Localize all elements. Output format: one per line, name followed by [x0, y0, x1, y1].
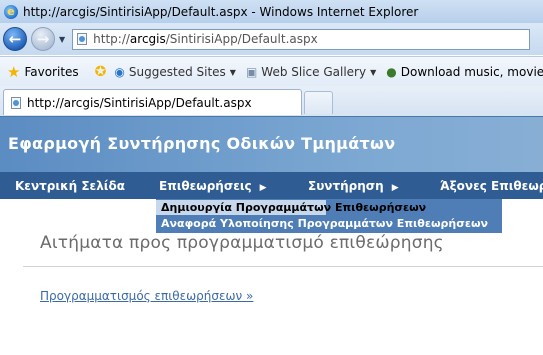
schedule-inspections-link[interactable]: Προγραμματισμός επιθεωρήσεων »: [40, 289, 253, 303]
page-icon: [11, 96, 21, 109]
globe-icon: ●: [386, 65, 397, 79]
favorite-download-music[interactable]: ● Download music, movies,...: [386, 65, 543, 79]
recent-pages-dropdown[interactable]: ▼: [59, 35, 65, 44]
web-slice-icon: ▣: [245, 65, 258, 79]
favorite-web-slice-gallery[interactable]: ▣ Web Slice Gallery ▼: [246, 65, 376, 79]
submenu-item-create-programs[interactable]: Δημιουργία Προγραμμάτων Επιθεωρήσεων: [156, 200, 426, 215]
navigation-bar: ← → ▼ http://arcgis/SintirisiApp/Default…: [0, 23, 543, 55]
favorites-button[interactable]: Favorites: [24, 65, 78, 79]
menu-item-inspection-axes[interactable]: Άξονες Επιθεωρ: [440, 179, 543, 193]
page-icon: [77, 33, 88, 45]
back-arrow-icon: ←: [8, 30, 22, 48]
tab-label: http://arcgis/SintirisiApp/Default.aspx: [27, 95, 252, 110]
forward-arrow-icon: →: [36, 30, 50, 48]
favorites-star-icon[interactable]: ★: [7, 63, 20, 81]
window-title-bar: e http://arcgis/SintirisiApp/Default.asp…: [0, 0, 543, 23]
submenu-arrow-icon: ▶: [259, 183, 267, 193]
internet-explorer-icon: e: [4, 4, 18, 19]
favorite-suggested-sites[interactable]: ◉ Suggested Sites ▼: [114, 65, 236, 79]
menu-item-home[interactable]: Κεντρική Σελίδα: [15, 179, 125, 193]
favorites-bar: ★ Favorites ✪ ◉ Suggested Sites ▼ ▣ Web …: [0, 56, 543, 87]
inspections-submenu: Δημιουργία Προγραμμάτων Επιθεωρήσεων Ανα…: [156, 199, 502, 233]
address-field[interactable]: http://arcgis/SintirisiApp/Default.aspx: [72, 28, 531, 50]
app-header: Εφαρμογή Συντήρησης Οδικών Τμημάτων: [0, 116, 543, 173]
chevron-down-icon: ▼: [229, 67, 236, 77]
menu-item-maintenance[interactable]: Συντήρηση ▶: [308, 179, 399, 193]
forward-button[interactable]: →: [31, 27, 55, 51]
submenu-item-implementation-report[interactable]: Αναφορά Υλοποίησης Προγραμμάτων Επιθεωρή…: [161, 217, 488, 230]
chevron-down-icon: ▼: [370, 67, 377, 77]
add-to-favorites-icon[interactable]: ✪: [95, 64, 107, 80]
page-title: Αιτήματα προς προγραμματισμό επιθεώρησης: [40, 233, 444, 253]
main-menu: Κεντρική Σελίδα Επιθεωρήσεις ▶ Συντήρηση ▶…: [0, 172, 543, 199]
address-url[interactable]: http://arcgis/SintirisiApp/Default.aspx: [93, 32, 318, 46]
new-tab-button[interactable]: [304, 91, 333, 114]
back-button[interactable]: ←: [3, 27, 27, 51]
submenu-arrow-icon: ▶: [391, 183, 399, 193]
menu-item-inspections[interactable]: Επιθεωρήσεις ▶: [159, 179, 267, 193]
app-title: Εφαρμογή Συντήρησης Οδικών Τμημάτων: [8, 134, 396, 153]
ie-page-icon: ◉: [114, 65, 125, 79]
divider: [23, 266, 543, 267]
window-title: http://arcgis/SintirisiApp/Default.aspx …: [23, 4, 419, 19]
tab-strip: http://arcgis/SintirisiApp/Default.aspx: [0, 86, 543, 116]
tab-current-page[interactable]: http://arcgis/SintirisiApp/Default.aspx: [3, 89, 302, 115]
